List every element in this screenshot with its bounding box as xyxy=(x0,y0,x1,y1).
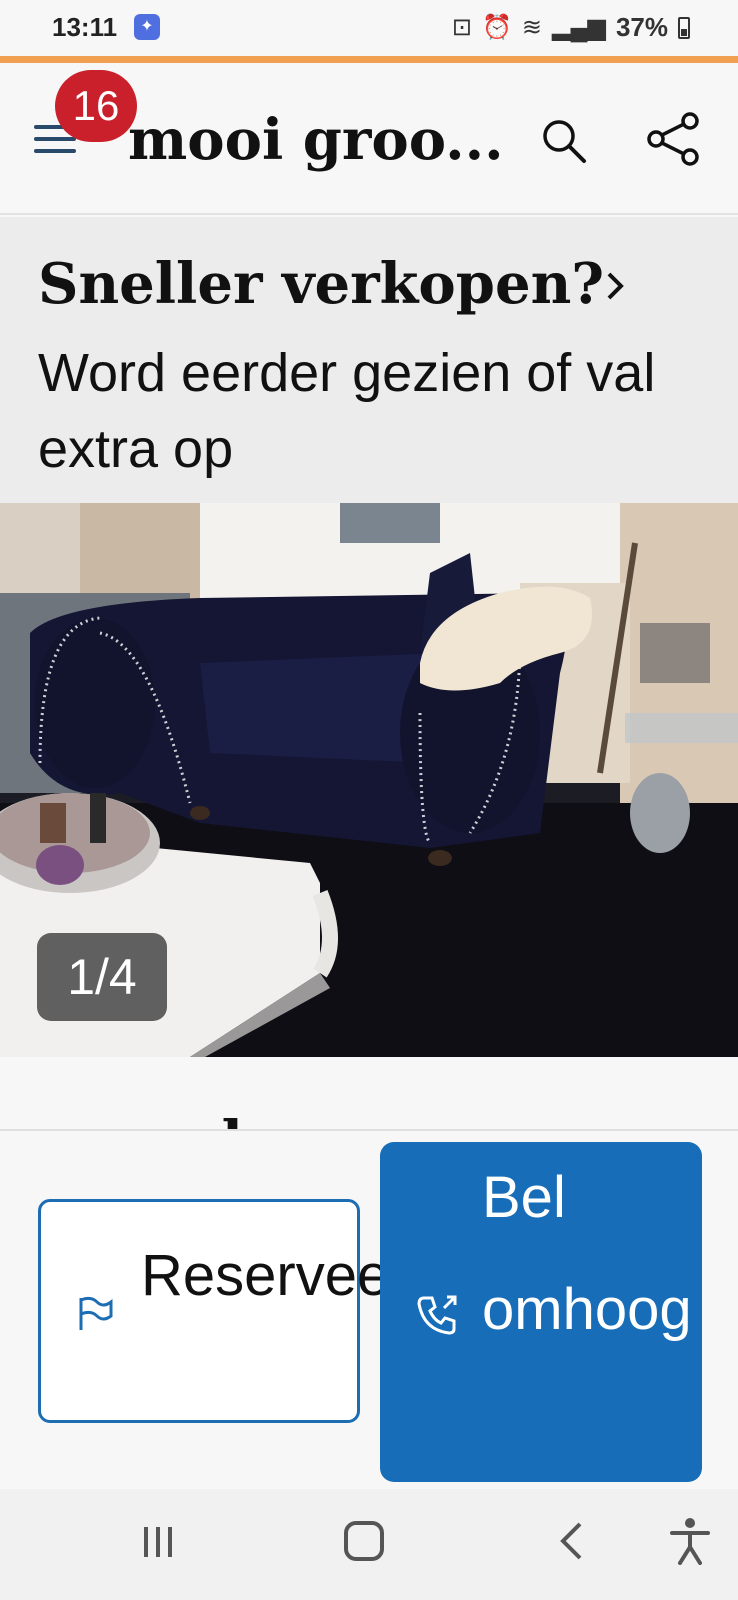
signal-icon: ▂▄▆ xyxy=(552,14,606,41)
photo-counter: 1/4 xyxy=(37,933,167,1021)
accessibility-icon[interactable] xyxy=(668,1517,712,1565)
app-header: 16 mooi groo... xyxy=(0,63,738,215)
share-icon[interactable] xyxy=(646,111,702,167)
reserve-label: Reserveer xyxy=(141,1243,409,1308)
page-title: mooi groo... xyxy=(128,107,504,173)
recents-icon[interactable] xyxy=(140,1525,176,1559)
alarm-icon: ⏰ xyxy=(482,14,512,41)
call-label: Bel omhoog xyxy=(482,1165,692,1342)
flag-icon xyxy=(79,1296,113,1330)
promo-subtitle: Word eerder gezien of val extra op xyxy=(38,343,656,479)
search-icon[interactable] xyxy=(540,117,588,165)
call-button[interactable]: Bel omhoog xyxy=(380,1142,702,1482)
listing-heading-partial: el xyxy=(0,1057,738,1129)
promo-title: Sneller verkopen? xyxy=(38,251,605,317)
accent-line xyxy=(0,56,738,63)
battery-percentage: 37% xyxy=(615,12,668,42)
action-bar: Reserveer Bel omhoog xyxy=(0,1129,738,1489)
lock-icon: ⊡ xyxy=(451,14,473,41)
reserve-button[interactable]: Reserveer xyxy=(38,1199,409,1423)
listing-photo[interactable]: 1/4 xyxy=(0,503,738,1057)
back-icon[interactable] xyxy=(558,1521,584,1561)
partial-heading-text: el xyxy=(186,1109,243,1129)
app-notification-icon: ✦ xyxy=(134,14,160,40)
wifi-icon: ≋ xyxy=(521,14,543,41)
status-bar: 13:11 ✦ ⊡ ⏰ ≋ ▂▄▆ 37% xyxy=(0,0,738,56)
battery-icon xyxy=(678,16,690,39)
promo-banner[interactable]: Sneller verkopen? Word eerder gezien of … xyxy=(0,217,738,503)
notification-badge: 16 xyxy=(55,70,137,142)
status-icons: ⊡ ⏰ ≋ ▂▄▆ 37% xyxy=(452,12,690,43)
status-time: 13:11 xyxy=(52,12,118,42)
system-nav-bar xyxy=(0,1489,738,1600)
phone-outgoing-icon xyxy=(417,1295,457,1335)
home-icon[interactable] xyxy=(344,1521,384,1561)
chevron-right-icon xyxy=(607,272,624,300)
